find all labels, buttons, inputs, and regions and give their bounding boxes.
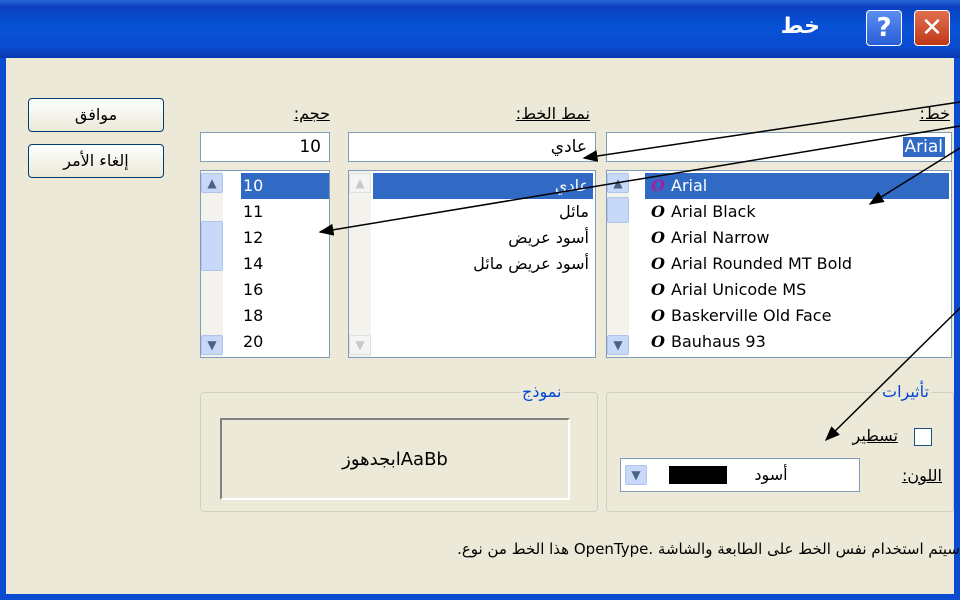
arrow-to-size-list	[318, 125, 960, 236]
font-dialog: خط ? ✕ موافق إلغاء الأمر حجم: نمط الخط: …	[0, 0, 960, 600]
annotation-arrows	[318, 101, 960, 442]
arrow-to-font-list	[868, 147, 960, 205]
arrow-to-strikeout	[824, 307, 960, 442]
arrow-to-style-input	[582, 101, 960, 162]
